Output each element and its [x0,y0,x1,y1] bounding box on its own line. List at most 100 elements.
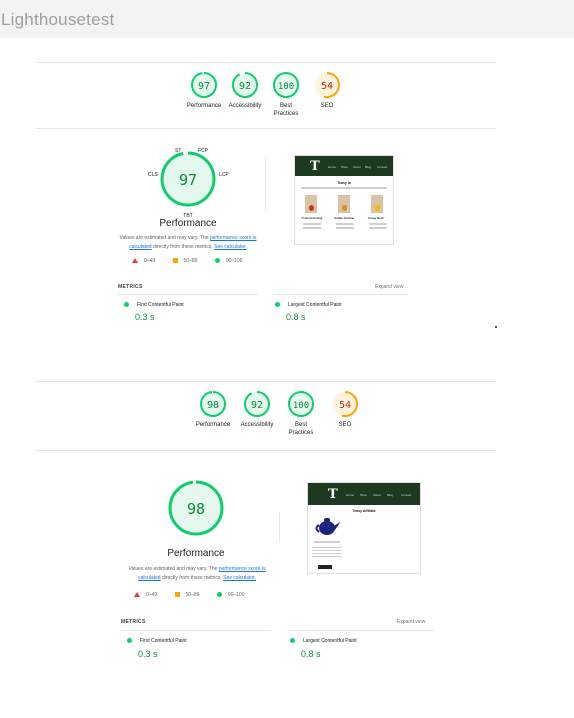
score-ring-icon: 54 [314,72,340,98]
pass-circle-icon [216,592,222,598]
report1-legend: 0–49 50–89 90–100 [132,258,259,264]
score-ring-icon: 54 [332,391,358,417]
screenshot-text-line [312,547,342,548]
report2-performance-gauge[interactable]: 98 [164,478,228,542]
screenshot-text-line [369,227,387,229]
screenshot-text-line [301,187,387,189]
gauge-score: 100 [278,82,294,92]
report1-metrics-heading: METRICS [118,284,143,290]
gauge-label-line2: Practices [288,430,314,436]
gauge-label: Performance [186,103,222,109]
report1-performance-gauge[interactable]: 97 ST FCP CLS LCP TBT [148,146,234,222]
screenshot-nav-item: Blog [387,493,394,497]
gauge-label: Accessibility [240,422,274,428]
category-gauge-best[interactable]: 100 Best Practices [283,389,319,437]
screenshot-nav-item: Blog [365,165,372,169]
performance-large-gauge-icon: 98 [168,480,224,536]
screenshot-logo: T [328,487,338,502]
report1-metric-lcp-value: 0.8 s [286,312,306,322]
screenshot-logo: T [310,159,320,174]
fail-triangle-icon [132,258,138,264]
product-title: Formosa Oolong [301,217,323,220]
see-calculator-link[interactable]: See calculator. [223,575,256,581]
average-square-icon [174,592,180,598]
screenshot-text-line [314,541,340,543]
score-ring-icon: 92 [232,72,258,98]
screenshot-heading: Teasy Affiliate [352,509,376,513]
product-title: Honey Bush [368,217,384,220]
pass-circle-icon [214,258,220,264]
screenshot-nav-item: Contact [377,165,388,169]
divider [36,128,496,129]
category-gauge-best[interactable]: 100 Best Practices [268,70,304,118]
product-fruit-image [342,205,347,211]
screenshot-nav-item: Shop [341,165,349,169]
divider [265,156,266,212]
screenshot-text-line [369,223,387,225]
report1-metric-fcp-name: First Contentful Paint [124,302,184,308]
screenshot-nav-item: About [353,165,361,169]
pass-circle-icon [275,302,280,308]
report2-legend: 0–49 50–89 90–100 [134,592,261,598]
product-fruit-image [375,205,380,211]
report2-page-screenshot[interactable]: T Home Shop About Blog Contact Teasy Aff… [307,482,421,574]
score-ring-icon: 92 [244,391,270,417]
category-gauge-performance[interactable]: 97 Performance [186,70,222,110]
gauge-label: Best [279,103,292,109]
report2-metric-lcp-name: Largest Contentful Paint [290,638,357,644]
report1-expand-view-toggle[interactable]: Expand view [375,284,403,290]
divider [121,630,271,631]
screenshot-nav-item: About [373,493,381,497]
screenshot-navbar: T Home Shop About Blog Contact [295,156,393,176]
category-gauge-accessibility[interactable]: 92 Accessibility [239,389,275,429]
metric-tag-lcp: LCP [219,172,229,178]
gauge-score: 54 [339,400,351,411]
stray-dot [495,326,497,328]
gauge-score: 97 [198,81,210,92]
gauge-label: SEO [320,103,334,109]
report2-metrics-heading: METRICS [121,619,146,625]
top-bar: Lighthousetest [0,0,574,38]
pass-circle-icon [127,638,132,644]
screenshot-button [318,565,332,569]
metric-tag-cls: CLS [148,172,158,178]
screenshot-nav-item: Shop [360,493,368,497]
metric-tag-st: ST [175,148,181,154]
gauge-label: Best [294,422,307,428]
report2-expand-view-toggle[interactable]: Expand view [397,619,425,625]
score-ring-icon: 100 [288,391,314,417]
report2-description: Values are estimated and may vary. The p… [128,566,266,581]
divider [118,294,258,295]
page-title: Lighthousetest [1,10,115,29]
pass-circle-icon [290,638,295,644]
teapot-icon [315,518,340,535]
see-calculator-link[interactable]: See calculator. [214,244,247,250]
category-gauge-accessibility[interactable]: 92 Accessibility [227,70,263,110]
divider [288,630,434,631]
pass-circle-icon [124,302,129,308]
gauge-score: 92 [239,81,251,92]
fail-triangle-icon [134,592,140,598]
score-ring-icon: 98 [200,391,226,417]
category-gauge-seo[interactable]: 54 SEO [309,70,345,110]
big-score-text: 97 [179,171,197,189]
divider [36,450,496,451]
performance-large-gauge-icon: 97 ST FCP CLS LCP TBT [148,148,229,219]
category-gauge-seo[interactable]: 54 SEO [327,389,363,429]
category-gauge-performance[interactable]: 98 Performance [195,389,231,429]
divider [274,294,408,295]
report1-metric-fcp-value: 0.3 s [135,312,155,322]
gauge-score: 100 [293,401,309,411]
gauge-label: Performance [195,422,231,428]
gauge-score: 92 [251,400,263,411]
screenshot-nav-item: Contact [401,493,412,497]
divider [279,512,280,542]
divider [36,62,496,63]
screenshot-text-line [303,227,321,229]
report2-metric-lcp-value: 0.8 s [301,649,321,659]
report2-metric-fcp-value: 0.3 s [138,649,158,659]
big-score-text: 98 [187,500,205,518]
report1-page-screenshot[interactable]: T Home Shop About Blog Contact Teasy la … [294,155,394,245]
screenshot-nav-item: Home [346,493,355,497]
screenshot-heading: Teasy la [337,181,351,185]
